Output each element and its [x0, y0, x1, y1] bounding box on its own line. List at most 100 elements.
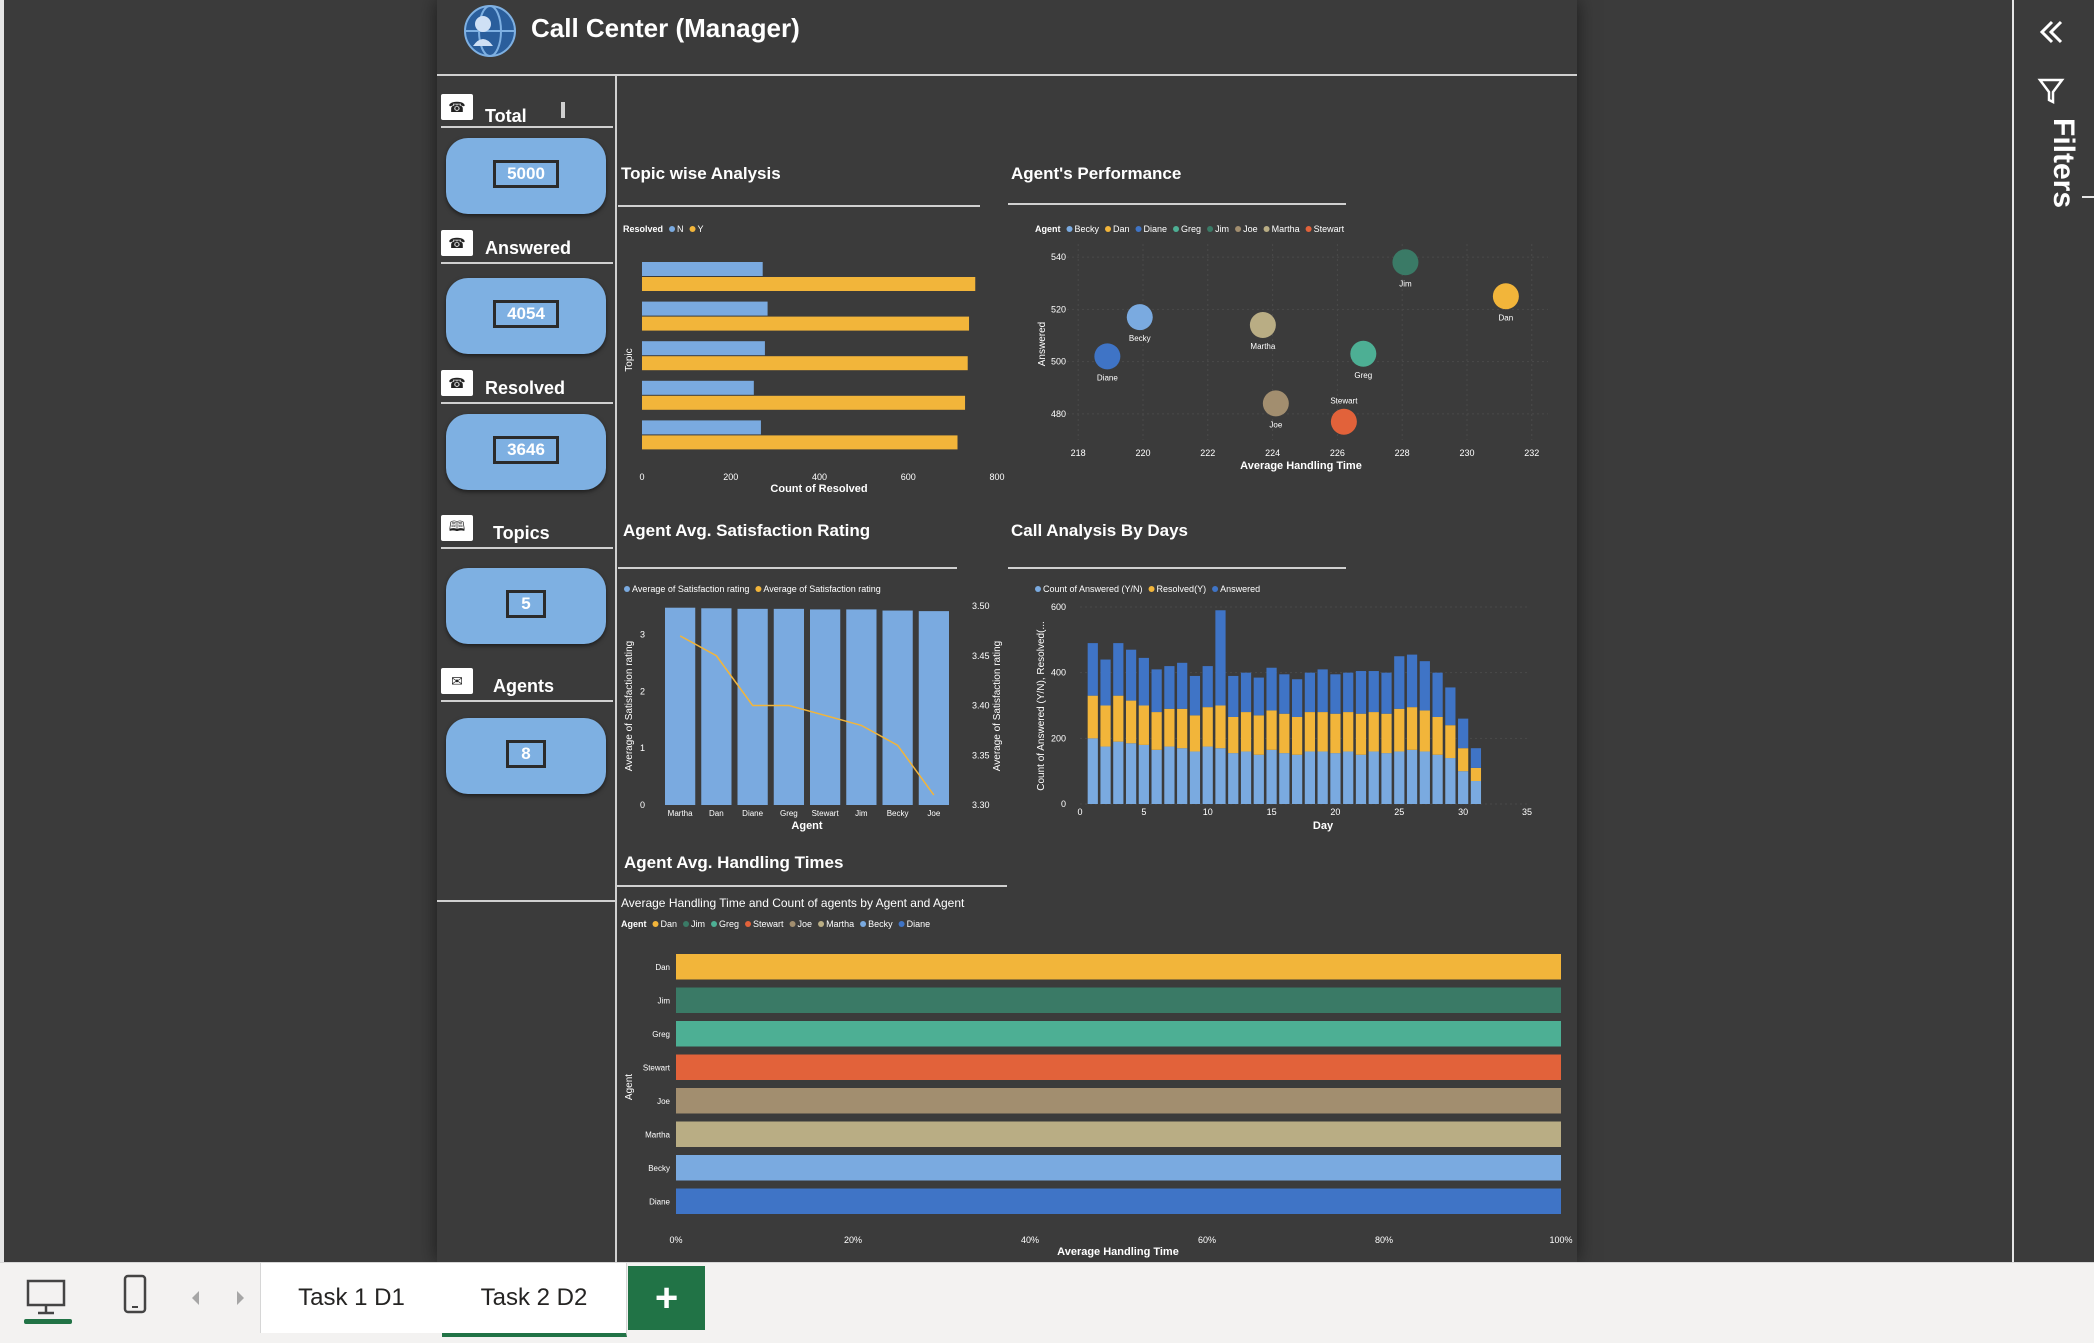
chart-title-topic: Topic wise Analysis	[621, 164, 781, 183]
days-bar-segment	[1113, 741, 1124, 804]
days-bar-segment	[1394, 708, 1405, 752]
sat-bar	[846, 609, 877, 805]
sat-x-tick: Diane	[742, 809, 763, 818]
perf-legend-item: Jim	[1215, 224, 1229, 234]
topic-legend-marker	[689, 226, 696, 232]
sat-x-tick: Greg	[780, 809, 798, 818]
days-bar-segment	[1343, 712, 1354, 752]
desktop-layout-icon[interactable]	[24, 1275, 68, 1319]
sat-y2-tick: 3.45	[972, 651, 990, 661]
topic-bar	[642, 277, 976, 291]
sat-y-tick: 2	[640, 686, 645, 696]
aht-y-tick: Becky	[648, 1164, 670, 1173]
days-bar-segment	[1432, 716, 1443, 755]
days-bar-segment	[1292, 716, 1303, 755]
days-bar-segment	[1304, 712, 1315, 752]
perf-point-label: Greg	[1354, 371, 1372, 380]
topic-legend-item: N	[677, 224, 684, 234]
days-bar-segment	[1228, 675, 1239, 717]
days-bar-segment	[1202, 666, 1213, 708]
chart-title-days: Call Analysis By Days	[1011, 521, 1188, 540]
days-bar-segment	[1125, 649, 1137, 701]
topic-bar	[642, 301, 768, 316]
days-bar-segment	[1125, 700, 1137, 744]
sat-y2-tick: 3.30	[972, 800, 990, 810]
aht-legend-item: Becky	[868, 919, 893, 929]
days-bar-segment	[1228, 716, 1239, 754]
add-page-button[interactable]: +	[628, 1266, 705, 1330]
chart-subtitle-handling: Average Handling Time and Count of agent…	[621, 896, 965, 910]
perf-y-tick: 480	[1051, 409, 1066, 419]
days-y-tick: 200	[1051, 733, 1066, 743]
days-bar-segment	[1189, 675, 1201, 716]
aht-x-tick: 80%	[1375, 1235, 1393, 1245]
sat-legend-item: Average of Satisfaction rating	[632, 584, 749, 594]
days-bar-segment	[1189, 751, 1201, 804]
sat-x-tick: Dan	[709, 809, 724, 818]
days-bar-segment	[1151, 749, 1162, 804]
filters-label[interactable]: Filters	[2040, 118, 2080, 218]
sat-x-tick: Becky	[887, 809, 909, 818]
perf-point-diane	[1094, 343, 1121, 370]
chart-title-satisfaction: Agent Avg. Satisfaction Rating	[623, 521, 870, 540]
scroll-right-icon[interactable]	[232, 1288, 248, 1308]
aht-legend-marker	[898, 921, 905, 927]
days-bar-segment	[1215, 610, 1226, 706]
perf-legend-item: Becky	[1075, 224, 1100, 234]
days-bar-segment	[1304, 672, 1315, 713]
days-legend-marker	[1035, 586, 1041, 592]
days-bar-segment	[1100, 705, 1111, 747]
perf-point-jim	[1392, 249, 1419, 276]
mobile-layout-icon[interactable]	[120, 1273, 150, 1317]
aht-x-tick: 40%	[1021, 1235, 1039, 1245]
days-bar-segment	[1240, 712, 1252, 752]
days-bar-segment	[1228, 753, 1239, 804]
collapse-chevrons-icon[interactable]	[2034, 16, 2066, 48]
days-bar-segment	[1470, 767, 1482, 782]
topic-legend-title: Resolved	[623, 224, 663, 234]
sat-y2-label: Average of Satisfaction rating	[992, 641, 1003, 771]
days-bar-segment	[1343, 672, 1354, 713]
page-tab-task-2-d2[interactable]: Task 2 D2	[442, 1263, 627, 1337]
perf-legend-marker	[1263, 226, 1270, 232]
days-bar-segment	[1151, 712, 1162, 750]
topic-legend-marker	[669, 226, 676, 232]
days-bar-segment	[1266, 667, 1277, 711]
days-y-tick: 0	[1061, 799, 1066, 809]
aht-x-tick: 0%	[669, 1235, 682, 1245]
scroll-left-icon[interactable]	[188, 1288, 204, 1308]
days-bar-segment	[1317, 669, 1328, 713]
aht-bar-dan	[676, 954, 1561, 980]
filter-funnel-icon[interactable]	[2036, 76, 2066, 106]
page-tab-task-1-d1[interactable]: Task 1 D1	[260, 1263, 443, 1333]
sat-y2-tick: 3.50	[972, 601, 990, 611]
days-bar-segment	[1343, 751, 1354, 804]
topic-bar	[642, 356, 968, 371]
days-bar-segment	[1470, 748, 1482, 768]
days-bar-segment	[1087, 695, 1098, 739]
days-bar-segment	[1292, 754, 1303, 804]
perf-x-tick: 218	[1071, 448, 1086, 458]
days-bar-segment	[1432, 754, 1443, 804]
perf-legend-marker	[1173, 226, 1180, 232]
days-x-tick: 15	[1267, 807, 1277, 817]
topic-bar	[642, 316, 970, 331]
perf-point-label: Jim	[1399, 279, 1412, 288]
days-bar-segment	[1419, 661, 1430, 711]
days-bar-segment	[1215, 705, 1226, 749]
aht-legend-item: Diane	[907, 919, 931, 929]
topic-bar	[642, 341, 765, 356]
perf-point-dan	[1492, 283, 1519, 310]
charts-layer: Topic wise AnalysisResolved N Y0 200 400 600 8…	[615, 164, 1573, 1258]
days-bar-segment	[1215, 748, 1226, 804]
days-bar-segment	[1100, 746, 1111, 804]
perf-point-label: Dan	[1499, 313, 1514, 322]
perf-point-martha	[1249, 312, 1276, 339]
perf-point-label: Joe	[1269, 420, 1282, 429]
perf-legend-item: Stewart	[1314, 224, 1345, 234]
perf-point-joe	[1262, 390, 1289, 417]
days-bar-segment	[1317, 751, 1328, 804]
perf-y-tick: 520	[1051, 304, 1066, 314]
days-y-tick: 600	[1051, 602, 1066, 612]
days-bar-segment	[1279, 713, 1290, 754]
